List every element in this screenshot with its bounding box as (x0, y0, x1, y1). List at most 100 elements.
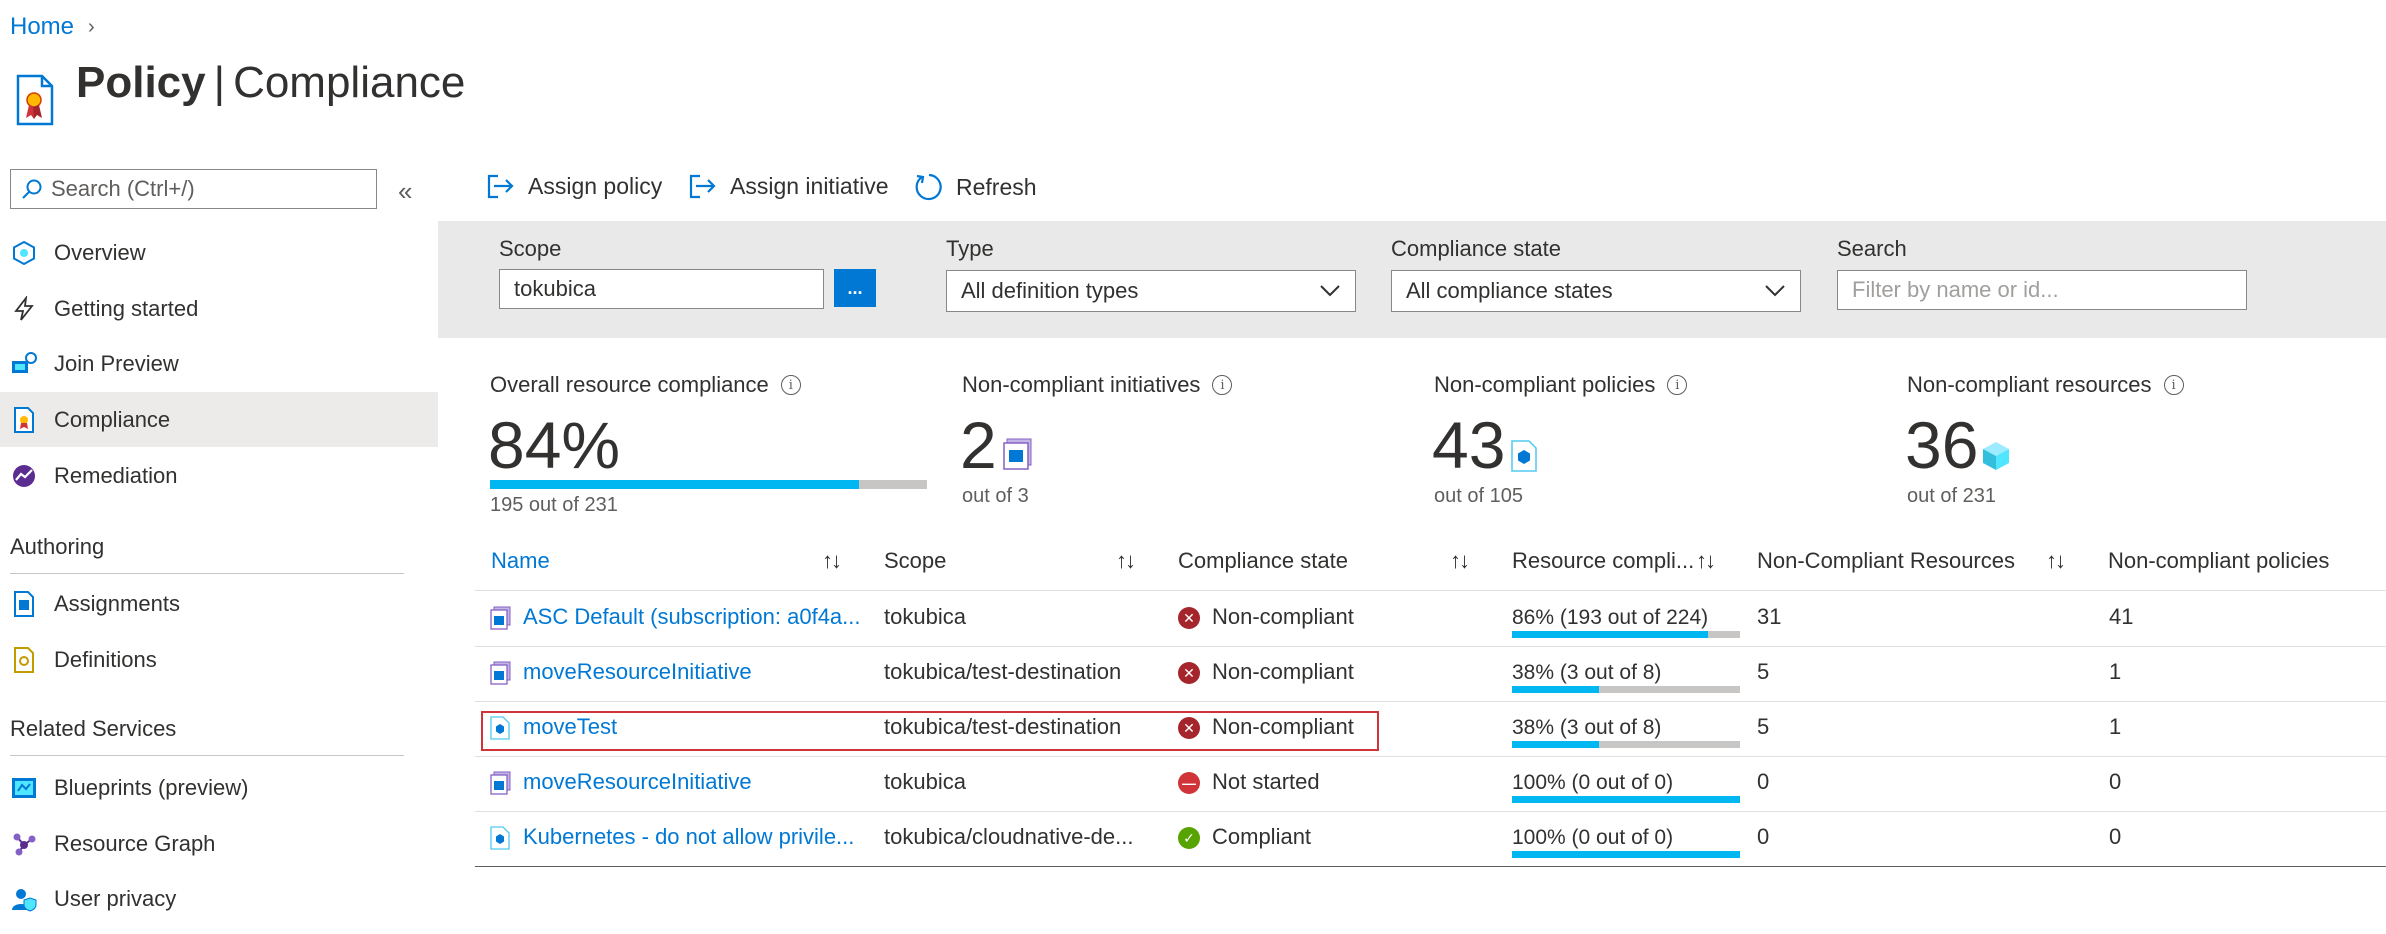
error-icon: ✕ (1178, 662, 1200, 685)
sort-icon[interactable]: ↑↓ (1450, 548, 1470, 574)
assign-policy-button[interactable]: Assign policy (486, 172, 662, 200)
noncompliant-resources-title: Non-compliant resources (1907, 372, 2152, 397)
sidebar-item-blueprints[interactable]: Blueprints (preview) (0, 760, 438, 815)
divider (10, 755, 404, 756)
row-resource-compliance: 100% (0 out of 0) (1512, 826, 1740, 858)
assign-initiative-button[interactable]: Assign initiative (688, 172, 889, 200)
compliance-bar-fill (1512, 851, 1740, 858)
overall-compliance-title: Overall resource compliance (490, 372, 769, 397)
info-icon[interactable]: i (2163, 375, 2184, 395)
noncompliant-policies-label: Non-compliant policies i (1434, 372, 1688, 398)
row-noncompliant-resources: 31 (1757, 604, 1782, 629)
noncompliant-initiatives-value: 2 (960, 408, 997, 482)
sort-icon[interactable]: ↑↓ (822, 548, 842, 574)
initiative-icon (490, 771, 512, 800)
scope-picker-button[interactable]: ... (834, 269, 876, 307)
column-header-resource-compliance[interactable]: Resource compli... (1512, 548, 1694, 574)
row-noncompliant-resources: 0 (1757, 769, 1770, 794)
scope-label: Scope (499, 236, 562, 261)
sidebar-item-join-preview[interactable]: Join Preview (0, 336, 438, 391)
overall-compliance-fill (490, 480, 859, 489)
compliance-text: 38% (3 out of 8) (1512, 661, 1662, 684)
row-name-link[interactable]: Kubernetes - do not allow privile... (523, 824, 854, 850)
sidebar-item-compliance[interactable]: Compliance (0, 392, 438, 447)
column-header-name[interactable]: Name (491, 548, 550, 574)
row-noncompliant-resources: 0 (1757, 824, 1770, 849)
page-title-section: Compliance (233, 58, 466, 107)
noncompliant-resources-value: 36 (1905, 408, 1979, 482)
info-icon[interactable]: i (1667, 375, 1688, 395)
row-resource-compliance: 100% (0 out of 0) (1512, 771, 1740, 803)
row-noncompliant-policies: 0 (2109, 824, 2122, 849)
row-name-link[interactable]: ASC Default (subscription: a0f4a... (523, 604, 861, 630)
policy-icon (490, 826, 510, 855)
filter-search-input[interactable]: Filter by name or id... (1837, 270, 2247, 310)
type-dropdown[interactable]: All definition types (946, 270, 1356, 312)
sidebar-item-label: User privacy (54, 885, 177, 911)
sidebar-item-label: Join Preview (54, 350, 179, 376)
check-icon: ✓ (1178, 827, 1200, 850)
row-resource-compliance: 38% (3 out of 8) (1512, 716, 1740, 748)
column-header-scope[interactable]: Scope (884, 548, 946, 574)
overall-compliance-bar (490, 480, 927, 489)
compliance-bar-fill (1512, 686, 1599, 693)
sidebar-item-label: Compliance (54, 406, 171, 432)
sidebar-item-overview[interactable]: Overview (0, 225, 438, 280)
breadcrumb-home-link[interactable]: Home (10, 13, 74, 41)
sidebar-item-getting-started[interactable]: Getting started (0, 281, 438, 336)
sidebar-item-assignments[interactable]: Assignments (0, 576, 438, 631)
chevron-right-icon: › (88, 15, 95, 38)
compliance-state-dropdown[interactable]: All compliance states (1391, 270, 1801, 312)
selected-row-highlight (481, 711, 1379, 751)
scope-field[interactable]: tokubica (499, 269, 824, 309)
column-header-noncompliant-policies[interactable]: Non-compliant policies (2108, 548, 2329, 574)
section-authoring: Authoring (10, 534, 105, 559)
info-icon[interactable]: i (1212, 375, 1233, 395)
noncompliant-initiatives-sub: out of 3 (962, 485, 1029, 507)
table-row[interactable] (475, 646, 2386, 701)
compliance-bar (1512, 741, 1740, 748)
compliance-text: 100% (0 out of 0) (1512, 771, 1674, 794)
collapse-sidebar-icon[interactable]: « (398, 176, 412, 207)
definitions-icon (10, 646, 38, 674)
search-placeholder: Search (Ctrl+/) (51, 176, 195, 201)
sidebar-item-user-privacy[interactable]: User privacy (0, 871, 438, 926)
row-noncompliant-resources: 5 (1757, 714, 1770, 739)
assign-initiative-label: Assign initiative (730, 172, 889, 199)
compliance-text: 100% (0 out of 0) (1512, 826, 1674, 849)
row-name-link[interactable]: moveResourceInitiative (523, 769, 752, 795)
compliance-icon (10, 406, 38, 434)
column-header-compliance-state[interactable]: Compliance state (1178, 548, 1348, 574)
refresh-button[interactable]: Refresh (914, 172, 1037, 202)
chevron-down-icon (1765, 285, 1785, 297)
assign-icon (487, 174, 514, 199)
row-state-label: Non-compliant (1212, 659, 1354, 684)
sidebar-item-remediation[interactable]: Remediation (0, 448, 438, 503)
overview-icon (10, 239, 38, 267)
info-icon[interactable]: i (780, 375, 801, 395)
row-compliance-state: ✓ Compliant (1178, 824, 1311, 850)
sort-icon[interactable]: ↑↓ (1116, 548, 1136, 574)
sort-icon[interactable]: ↑↓ (1696, 548, 1716, 574)
sidebar-item-label: Blueprints (preview) (54, 774, 249, 800)
scope-value: tokubica (514, 276, 596, 301)
breadcrumb: Home › (10, 13, 95, 41)
policy-icon (16, 74, 54, 126)
initiative-icon (490, 661, 512, 690)
initiative-icon (490, 606, 512, 635)
row-scope: tokubica/cloudnative-de... (884, 824, 1134, 849)
row-compliance-state: ✕ Non-compliant (1178, 659, 1354, 685)
sort-icon[interactable]: ↑↓ (2046, 548, 2066, 574)
divider (475, 866, 2386, 867)
sidebar-item-resource-graph[interactable]: Resource Graph (0, 816, 438, 871)
type-label: Type (946, 236, 994, 261)
row-name-link[interactable]: moveResourceInitiative (523, 659, 752, 685)
search-input[interactable]: Search (Ctrl+/) (10, 169, 377, 209)
initiative-icon (1003, 438, 1032, 470)
table-row[interactable] (475, 756, 2386, 811)
row-resource-compliance: 86% (193 out of 224) (1512, 606, 1740, 638)
column-header-noncompliant-resources[interactable]: Non-Compliant Resources (1757, 548, 2015, 574)
chevron-down-icon (1320, 285, 1340, 297)
sidebar-item-definitions[interactable]: Definitions (0, 632, 438, 687)
compliance-bar-fill (1512, 631, 1709, 638)
